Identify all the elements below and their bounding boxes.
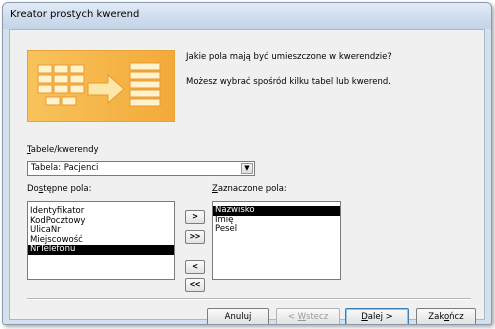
- remove-all-fields-button[interactable]: <<: [185, 278, 205, 292]
- table-query-dropdown[interactable]: Tabela: Pacjenci ▼: [27, 161, 255, 176]
- next-button[interactable]: Dalej >: [345, 308, 409, 324]
- selected-fields-list[interactable]: Nazwisko Imię Pesel: [212, 201, 341, 280]
- selected-field-item[interactable]: Pesel: [213, 224, 340, 235]
- add-field-button[interactable]: >: [185, 210, 205, 224]
- window-title: Kreator prostych kwerend: [10, 9, 140, 20]
- wizard-question: Jakie pola mają być umieszczone w kweren…: [186, 52, 392, 62]
- wizard-hint: Możesz wybrać spośród kilku tabel lub kw…: [186, 77, 391, 87]
- button-separator: [27, 298, 471, 300]
- spacer-5: [212, 176, 213, 177]
- table-query-value: Tabela: Pacjenci: [31, 163, 99, 173]
- add-all-fields-button[interactable]: >>: [185, 230, 205, 244]
- available-fields-label: Dostępne pola:: [27, 184, 92, 194]
- query-wizard-dialog: Kreator prostych kwerend Jakie pola mają…: [2, 2, 492, 325]
- remove-field-button[interactable]: <: [185, 260, 205, 274]
- dropdown-arrow-icon[interactable]: ▼: [241, 163, 253, 174]
- available-field-item-selected[interactable]: NrTelefonu: [28, 244, 174, 255]
- tables-queries-label: Tabele/kwerendy: [27, 145, 99, 155]
- wizard-illustration-icon: [27, 50, 175, 122]
- back-button[interactable]: < Wstecz: [276, 308, 340, 324]
- finish-button[interactable]: Zakończ: [416, 308, 476, 324]
- title-bar[interactable]: Kreator prostych kwerend: [3, 3, 491, 29]
- dialog-content: Jakie pola mają być umieszczone w kweren…: [9, 29, 485, 324]
- available-fields-list[interactable]: Identyfikator KodPocztowy UlicaNr Miejsc…: [27, 201, 175, 280]
- cancel-button[interactable]: Anuluj: [207, 308, 269, 324]
- selected-fields-label: Zaznaczone pola:: [212, 184, 287, 194]
